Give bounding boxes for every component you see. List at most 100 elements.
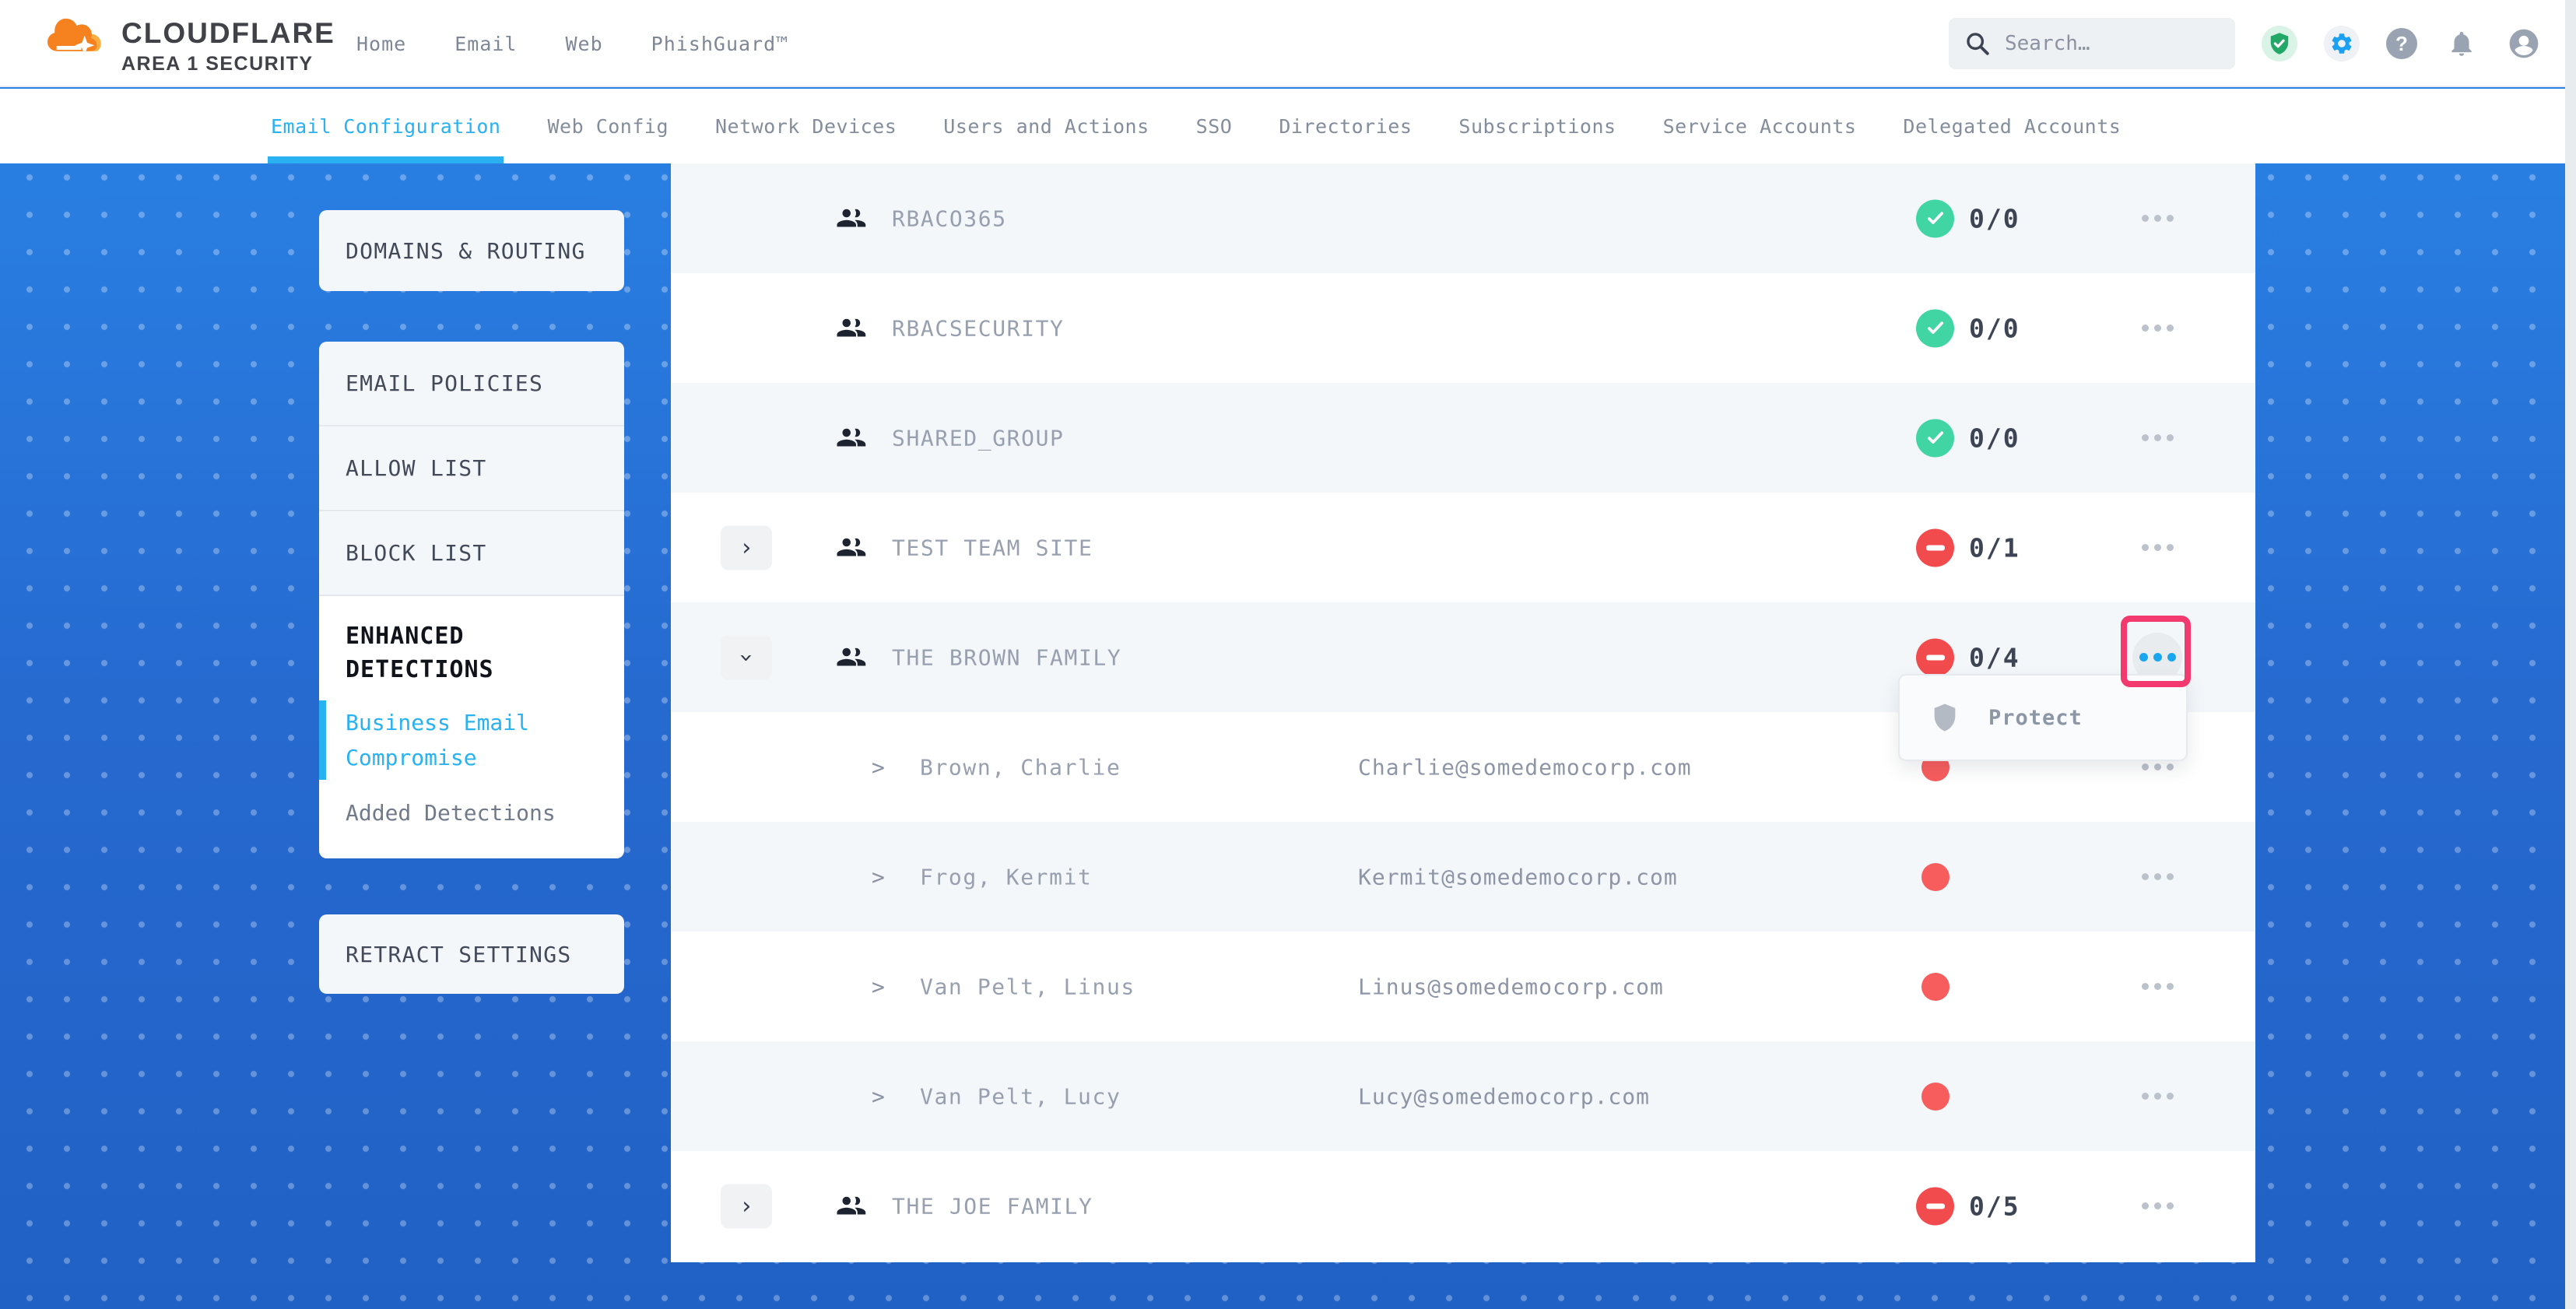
- chevron-right-icon[interactable]: >: [872, 754, 885, 780]
- bell-icon: [2447, 29, 2476, 58]
- settings-button[interactable]: [2324, 26, 2360, 61]
- question-mark-icon: ?: [2395, 32, 2408, 56]
- status-unprotected-icon: [1916, 638, 1954, 676]
- row-menu-button[interactable]: [2132, 523, 2182, 573]
- row-action-dropdown: Protect: [1898, 674, 2188, 761]
- sidebar-item-allow-list[interactable]: ALLOW LIST: [319, 426, 624, 511]
- chevron-down-icon: ›: [733, 650, 760, 664]
- table-row: > Van Pelt, Lucy Lucy@somedemocorp.com: [671, 1041, 2255, 1151]
- primary-nav: Home Email Web PhishGuard™: [356, 0, 788, 87]
- help-button[interactable]: ?: [2386, 28, 2417, 59]
- table-row: RBACSECURITY 0/0: [671, 273, 2255, 383]
- group-icon: [834, 312, 867, 345]
- status-unprotected-dot: [1921, 1083, 1950, 1111]
- protection-count: 0/0: [1969, 203, 2020, 233]
- group-name: RBACSECURITY: [892, 315, 1065, 341]
- status-unprotected-dot: [1921, 863, 1950, 891]
- collapse-button[interactable]: ›: [721, 635, 772, 679]
- status-protected-icon: [1916, 419, 1954, 457]
- status-unprotected-dot: [1921, 973, 1950, 1001]
- row-menu-button[interactable]: [2132, 304, 2182, 353]
- status-protected-icon: [1916, 309, 1954, 347]
- chevron-right-icon[interactable]: >: [872, 974, 885, 999]
- search-input[interactable]: [2005, 32, 2220, 55]
- group-name: THE JOE FAMILY: [892, 1193, 1093, 1219]
- table-row: > Van Pelt, Linus Linus@somedemocorp.com: [671, 932, 2255, 1041]
- sidebar-link-business-email-compromise[interactable]: Business Email Compromise: [346, 705, 540, 775]
- tab-network-devices[interactable]: Network Devices: [715, 89, 897, 163]
- tab-subscriptions[interactable]: Subscriptions: [1458, 89, 1616, 163]
- nav-home[interactable]: Home: [356, 33, 406, 55]
- group-icon: [834, 422, 867, 454]
- user-name: Brown, Charlie: [920, 754, 1121, 780]
- sidebar-policies-card: EMAIL POLICIES ALLOW LIST BLOCK LIST ENH…: [319, 342, 624, 858]
- status-unprotected-icon: [1916, 528, 1954, 567]
- sidebar-item-block-list[interactable]: BLOCK LIST: [319, 511, 624, 596]
- protection-count: 0/4: [1969, 642, 2020, 672]
- table-row: RBACO365 0/0: [671, 163, 2255, 273]
- protection-count: 0/1: [1969, 532, 2020, 563]
- user-name: Van Pelt, Lucy: [920, 1083, 1121, 1109]
- row-menu-button[interactable]: [2132, 1181, 2182, 1231]
- sidebar-link-added-detections[interactable]: Added Detections: [346, 795, 601, 830]
- protection-count: 0/5: [1969, 1191, 2020, 1221]
- sidebar-item-retract-settings[interactable]: RETRACT SETTINGS: [319, 914, 624, 994]
- nav-phishguard[interactable]: PhishGuard™: [651, 33, 789, 55]
- expand-button[interactable]: ›: [721, 1184, 772, 1228]
- section-tabs: Email Configuration Web Config Network D…: [0, 89, 2576, 163]
- enhanced-detections-title: ENHANCED DETECTIONS: [346, 619, 579, 686]
- top-header: CLOUDFLARE AREA 1 SECURITY Home Email We…: [0, 0, 2576, 87]
- tab-email-configuration[interactable]: Email Configuration: [271, 89, 500, 163]
- user-avatar[interactable]: [2506, 26, 2542, 61]
- table-row: > Frog, Kermit Kermit@somedemocorp.com: [671, 822, 2255, 932]
- group-name: SHARED_GROUP: [892, 425, 1065, 451]
- protection-count: 0/0: [1969, 423, 2020, 453]
- brand-name: CLOUDFLARE: [121, 17, 335, 50]
- sidebar-section-enhanced-detections: ENHANCED DETECTIONS Business Email Compr…: [319, 596, 624, 858]
- row-menu-button[interactable]: [2132, 962, 2182, 1012]
- group-name: RBACO365: [892, 205, 1007, 231]
- notifications-button[interactable]: [2444, 26, 2479, 61]
- page-scrollbar[interactable]: [2565, 0, 2576, 1309]
- expand-button[interactable]: ›: [721, 525, 772, 570]
- settings-sidebar: DOMAINS & ROUTING EMAIL POLICIES ALLOW L…: [319, 210, 624, 994]
- group-name: TEST TEAM SITE: [892, 535, 1093, 560]
- nav-web[interactable]: Web: [565, 33, 602, 55]
- sidebar-item-email-policies[interactable]: EMAIL POLICIES: [319, 342, 624, 426]
- chevron-right-icon: ›: [739, 534, 753, 561]
- user-email: Lucy@somedemocorp.com: [1358, 1083, 1650, 1109]
- tab-delegated-accounts[interactable]: Delegated Accounts: [1903, 89, 2121, 163]
- tab-directories[interactable]: Directories: [1279, 89, 1412, 163]
- status-protected-icon: [1916, 199, 1954, 237]
- sidebar-item-domains-routing[interactable]: DOMAINS & ROUTING: [319, 210, 624, 291]
- brand-subtitle: AREA 1 SECURITY: [121, 53, 335, 75]
- brand[interactable]: CLOUDFLARE AREA 1 SECURITY: [44, 6, 335, 75]
- row-menu-button[interactable]: [2132, 1072, 2182, 1121]
- group-icon: [834, 532, 867, 564]
- account-circle-icon: [2507, 26, 2541, 61]
- chevron-right-icon[interactable]: >: [872, 1083, 885, 1109]
- search-box[interactable]: [1949, 18, 2235, 69]
- group-name: THE BROWN FAMILY: [892, 644, 1121, 670]
- tab-web-config[interactable]: Web Config: [547, 89, 669, 163]
- search-icon: [1964, 30, 1991, 57]
- protection-count: 0/0: [1969, 313, 2020, 343]
- cloudflare-logo-icon: [44, 12, 115, 64]
- table-row: › TEST TEAM SITE 0/1: [671, 493, 2255, 602]
- table-row: › THE JOE FAMILY 0/5: [671, 1151, 2255, 1261]
- chevron-right-icon[interactable]: >: [872, 864, 885, 890]
- tab-users-and-actions[interactable]: Users and Actions: [943, 89, 1149, 163]
- protect-menu-item[interactable]: Protect: [1900, 676, 2186, 760]
- shield-check-icon: [2268, 32, 2291, 55]
- tab-service-accounts[interactable]: Service Accounts: [1663, 89, 1857, 163]
- row-menu-button[interactable]: [2132, 194, 2182, 244]
- group-icon: [834, 202, 867, 235]
- nav-email[interactable]: Email: [454, 33, 517, 55]
- security-status-badge[interactable]: [2262, 26, 2297, 61]
- row-menu-button[interactable]: [2132, 413, 2182, 463]
- user-name: Van Pelt, Linus: [920, 974, 1135, 999]
- status-unprotected-icon: [1916, 1187, 1954, 1225]
- row-menu-button[interactable]: [2132, 852, 2182, 902]
- user-email: Charlie@somedemocorp.com: [1358, 754, 1692, 780]
- tab-sso[interactable]: SSO: [1196, 89, 1233, 163]
